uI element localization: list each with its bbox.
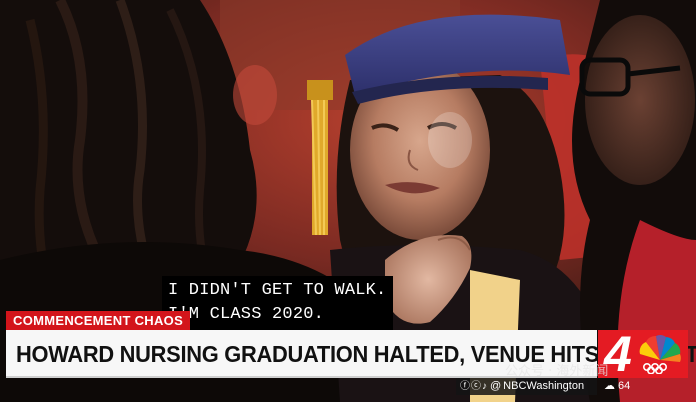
- closed-caption: I DIDN'T GET TO WALK. I'M CLASS 2020.: [162, 276, 394, 330]
- caption-line-2: I'M CLASS 2020.: [168, 305, 325, 324]
- cloud-icon: ☁: [604, 380, 615, 392]
- social-handle-bar: ⓕⓒ♪ @ NBCWashington: [456, 378, 597, 395]
- video-frame: I DIDN'T GET TO WALK. I'M CLASS 2020. CO…: [0, 0, 696, 402]
- chyron-headline-bar: HOWARD NURSING GRADUATION HALTED, VENUE …: [6, 330, 696, 378]
- caption-line-1: I DIDN'T GET TO WALK.: [168, 281, 387, 300]
- nbc-peacock-icon: [639, 335, 681, 374]
- chyron-headline: HOWARD NURSING GRADUATION HALTED, VENUE …: [16, 341, 696, 367]
- social-media-icons: ⓕⓒ♪: [460, 381, 488, 392]
- social-handle: NBCWashington: [503, 380, 585, 392]
- at-icon: @: [490, 380, 502, 392]
- weather-readout: ☁ 64: [604, 378, 644, 395]
- chyron-tag: COMMENCEMENT CHAOS: [6, 311, 191, 330]
- channel-number: 4: [604, 326, 632, 382]
- station-logo: 4: [598, 326, 688, 382]
- temperature: 64: [618, 380, 631, 392]
